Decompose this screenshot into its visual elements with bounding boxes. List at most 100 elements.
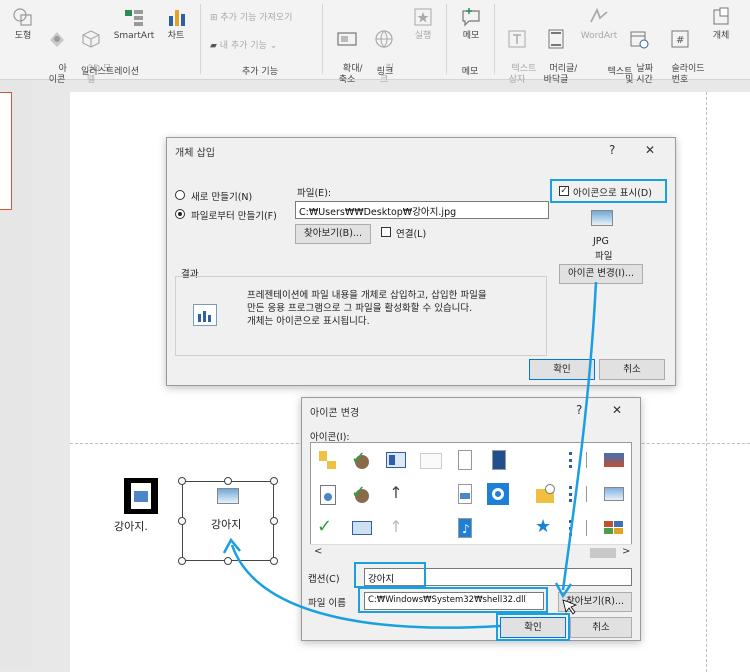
scroll-thumb[interactable] xyxy=(590,548,616,558)
file-path-input[interactable]: C:₩Users₩₩Desktop₩강아지.jpg xyxy=(295,201,549,219)
link-checkbox[interactable] xyxy=(381,227,391,237)
guide-line-vertical xyxy=(706,92,707,672)
resize-handle[interactable] xyxy=(178,557,186,565)
help-button[interactable]: ? xyxy=(609,143,615,157)
window-blue-icon[interactable] xyxy=(351,517,373,539)
blank-folder-icon[interactable] xyxy=(419,449,442,471)
list-view-icon[interactable] xyxy=(567,449,589,471)
list-view-icon-3[interactable] xyxy=(567,517,589,539)
comment-button[interactable]: 메모 xyxy=(454,6,488,42)
caption-label: 캡션(C) xyxy=(308,574,340,585)
change-icon-dialog: 아이콘 변경 ? ✕ 아이콘(I): ✓ ✓ ↑ ✓ ↑ ♪ ★ < > 캡션(… xyxy=(301,397,641,641)
cube-icon xyxy=(82,30,100,48)
slide-number-button[interactable]: # 슬라이드 번호 xyxy=(660,6,705,97)
chart-button[interactable]: 차트 xyxy=(162,6,190,42)
cancel-button[interactable]: 취소 xyxy=(599,359,665,380)
scroll-left-icon[interactable]: < xyxy=(314,546,322,557)
highlight-filename xyxy=(358,587,548,613)
list-view-icon-2[interactable] xyxy=(567,483,589,505)
wordart-button[interactable]: WordArt xyxy=(578,6,620,42)
icons-scrollbar[interactable]: < > xyxy=(310,544,632,560)
slide-thumbnail[interactable] xyxy=(0,92,12,210)
cancel-button[interactable]: 취소 xyxy=(570,617,632,638)
close-button[interactable]: ✕ xyxy=(612,403,622,417)
header-footer-button[interactable]: 머리글/ 바닥글 xyxy=(538,6,577,97)
document-icon[interactable] xyxy=(453,449,475,471)
music-doc-icon[interactable]: ♪ xyxy=(453,517,475,539)
image-file-small-icon[interactable] xyxy=(453,483,475,505)
get-addins-button[interactable]: ⊞ 추가 기능 가져오기 xyxy=(210,10,292,23)
folder-clock-icon[interactable] xyxy=(535,483,557,505)
radio-create-new[interactable] xyxy=(175,190,185,200)
group-label-illustrations: 일러스트레이션 xyxy=(81,67,139,77)
calendar-icon xyxy=(630,31,649,49)
resize-handle[interactable] xyxy=(270,477,278,485)
resize-handle[interactable] xyxy=(178,477,186,485)
smartart-button[interactable]: SmartArt xyxy=(112,6,156,42)
group-label-links: 링크 xyxy=(376,67,394,77)
ok-button[interactable]: 확인 xyxy=(529,359,595,380)
icon-caption-type: JPG xyxy=(593,236,609,247)
window-panel-icon[interactable] xyxy=(385,449,407,471)
dialog-title: 아이콘 변경 xyxy=(310,408,360,419)
object-label: 강아지 xyxy=(211,518,242,531)
highlight-caption xyxy=(354,562,426,588)
change-icon-button[interactable]: 아이콘 변경(I)... xyxy=(559,264,643,284)
checkmark-icon[interactable]: ✓ xyxy=(317,517,339,539)
icons-button[interactable]: 아 이콘 xyxy=(44,6,70,97)
document-person-icon[interactable] xyxy=(317,483,339,505)
radio-create-from-file[interactable] xyxy=(175,209,185,219)
zoom-icon xyxy=(337,32,357,46)
landscape-icon[interactable] xyxy=(603,483,625,505)
up-arrow-icon[interactable]: ↑ xyxy=(385,483,407,505)
addin-icon: ▰ xyxy=(210,41,220,51)
shapes-icon xyxy=(13,8,32,26)
resize-handle[interactable] xyxy=(178,517,186,525)
icons-icon xyxy=(50,32,64,47)
action-button[interactable]: 실행 xyxy=(408,6,438,42)
shapes-button[interactable]: 도형 xyxy=(8,6,38,42)
object-button[interactable]: 개체 xyxy=(706,6,736,42)
zoom-button[interactable]: 확대/ 축소 xyxy=(330,6,364,97)
insert-object-dialog: 개체 삽입 ? ✕ 새로 만들기(N) 파일로부터 만들기(F) 파일(E): … xyxy=(166,137,676,386)
selected-object[interactable]: 강아지 xyxy=(182,481,274,561)
scroll-right-icon[interactable]: > xyxy=(622,546,630,557)
text-box-icon xyxy=(508,30,526,48)
group-separator xyxy=(494,4,495,74)
browse-button[interactable]: 찾아보기(B)... xyxy=(295,224,371,244)
close-button[interactable]: ✕ xyxy=(645,143,655,157)
resize-handle[interactable] xyxy=(224,477,232,485)
image-doc-icon[interactable] xyxy=(487,449,509,471)
group-separator xyxy=(322,4,323,74)
filename-label: 파일 이름 xyxy=(308,598,346,609)
3d-models-button[interactable]: 3D 모 델 xyxy=(76,6,111,97)
result-text-line-2: 만든 응용 프로그램으로 그 파일을 활성화할 수 있습니다. xyxy=(247,303,473,314)
users-check-icon-2[interactable]: ✓ xyxy=(351,483,373,505)
browse-button[interactable]: 찾아보기(R)... xyxy=(558,592,632,612)
folder-tree-icon[interactable] xyxy=(317,449,339,471)
up-arrow-disabled-icon[interactable]: ↑ xyxy=(385,517,407,539)
resize-handle[interactable] xyxy=(270,517,278,525)
date-time-button[interactable]: 날짜 및 시간 xyxy=(622,6,656,97)
photo-icon[interactable] xyxy=(603,449,625,471)
store-icon: ⊞ xyxy=(210,13,221,23)
tiles-icon[interactable] xyxy=(603,517,625,539)
star-action-icon xyxy=(414,8,432,26)
users-check-icon[interactable]: ✓ xyxy=(351,449,373,471)
link-button[interactable]: 링 크 xyxy=(370,6,398,97)
icons-list[interactable]: ✓ ✓ ↑ ✓ ↑ ♪ ★ xyxy=(310,442,632,560)
header-footer-icon xyxy=(548,29,564,49)
settings-gear-icon[interactable] xyxy=(487,483,509,505)
star-icon[interactable]: ★ xyxy=(535,517,557,539)
bar-chart-icon xyxy=(169,10,185,26)
chevron-down-icon: ⌄ xyxy=(266,41,278,51)
text-box-button[interactable]: 텍스트 상자 xyxy=(500,6,536,97)
highlight-ok xyxy=(496,613,570,641)
help-button[interactable]: ? xyxy=(576,403,582,417)
resize-handle[interactable] xyxy=(270,557,278,565)
my-addins-button[interactable]: ▰ 내 추가 기능 ⌄ xyxy=(210,38,277,51)
wordart-icon xyxy=(590,7,608,23)
inserted-icon-object[interactable] xyxy=(124,478,158,514)
resize-handle[interactable] xyxy=(224,557,232,565)
icons-label: 아이콘(I): xyxy=(310,432,350,443)
